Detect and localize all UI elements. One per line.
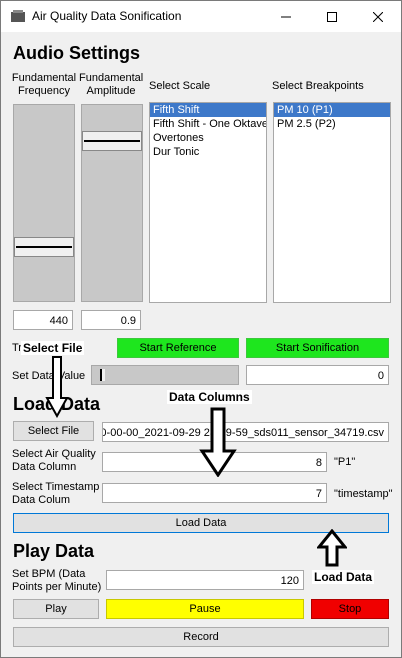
start-reference-button[interactable]: Start Reference — [117, 338, 239, 358]
annotation-data-columns: Data Columns — [167, 390, 252, 404]
file-path-text: 00-00-00_2021-09-29 23-59-59_sds011_sens… — [102, 427, 384, 439]
list-item[interactable]: PM 2.5 (P2) — [274, 117, 390, 131]
audio-settings-heading: Audio Settings — [13, 43, 140, 63]
maximize-button[interactable] — [309, 1, 355, 32]
record-button[interactable]: Record — [13, 627, 389, 647]
frequency-slider-handle[interactable] — [14, 237, 74, 257]
annotation-select-file: Select File — [21, 341, 85, 355]
select-scale-label: Select Scale — [149, 80, 211, 92]
play-data-heading: Play Data — [13, 541, 95, 561]
close-icon — [373, 11, 383, 22]
app-icon — [11, 10, 25, 22]
annotation-arrow-up-icon — [317, 529, 347, 567]
frequency-value-field[interactable]: 440 — [13, 310, 73, 330]
window-title: Air Quality Data Sonification — [32, 9, 182, 23]
start-sonification-button[interactable]: Start Sonification — [246, 338, 389, 358]
stop-button[interactable]: Stop — [311, 599, 389, 619]
select-breakpoints-label: Select Breakpoints — [272, 80, 364, 92]
fundamental-amplitude-label: Fundamental Amplitude — [79, 72, 144, 97]
amplitude-slider-handle[interactable] — [82, 131, 142, 151]
annotation-arrow-down-icon — [199, 407, 237, 477]
minimize-button[interactable] — [263, 1, 309, 32]
air-quality-column-label: Select Air Quality Data Column — [12, 448, 96, 473]
select-file-button[interactable]: Select File — [13, 421, 94, 441]
maximize-icon — [327, 11, 337, 22]
data-value-slider-handle[interactable] — [100, 369, 105, 381]
timestamp-column-field[interactable]: 7 — [102, 483, 327, 503]
app-window: Air Quality Data Sonification Audio Sett… — [0, 0, 402, 658]
list-item[interactable]: Fifth Shift — [150, 103, 266, 117]
file-path-field[interactable]: 00-00-00_2021-09-29 23-59-59_sds011_sens… — [102, 422, 389, 442]
fundamental-frequency-label: Fundamental Frequency — [11, 72, 77, 97]
list-item[interactable]: Overtones — [150, 131, 266, 145]
list-item[interactable]: Fifth Shift - One Oktave — [150, 117, 266, 131]
air-quality-column-name: "P1" — [334, 456, 356, 468]
frequency-slider[interactable] — [13, 104, 75, 302]
timestamp-column-name: "timestamp" — [334, 488, 393, 500]
annotation-load-data: Load Data — [312, 570, 375, 584]
timestamp-column-label: Select Timestamp Data Colum — [12, 481, 100, 506]
minimize-icon — [281, 16, 291, 17]
annotation-arrow-down-icon — [45, 356, 69, 418]
breakpoints-list[interactable]: PM 10 (P1) PM 2.5 (P2) — [273, 102, 391, 303]
close-button[interactable] — [355, 1, 401, 32]
data-value-field[interactable]: 0 — [246, 365, 389, 385]
amplitude-value-field[interactable]: 0.9 — [81, 310, 141, 330]
title-bar: Air Quality Data Sonification — [1, 1, 401, 32]
scale-list[interactable]: Fifth Shift Fifth Shift - One Oktave Ove… — [149, 102, 267, 303]
amplitude-slider[interactable] — [81, 104, 143, 302]
list-item[interactable]: Dur Tonic — [150, 145, 266, 159]
play-button[interactable]: Play — [13, 599, 99, 619]
bpm-field[interactable]: 120 — [106, 570, 304, 590]
bpm-label: Set BPM (Data Points per Minute) — [12, 568, 102, 593]
pause-button[interactable]: Pause — [106, 599, 304, 619]
list-item[interactable]: PM 10 (P1) — [274, 103, 390, 117]
data-value-slider[interactable] — [91, 365, 239, 385]
